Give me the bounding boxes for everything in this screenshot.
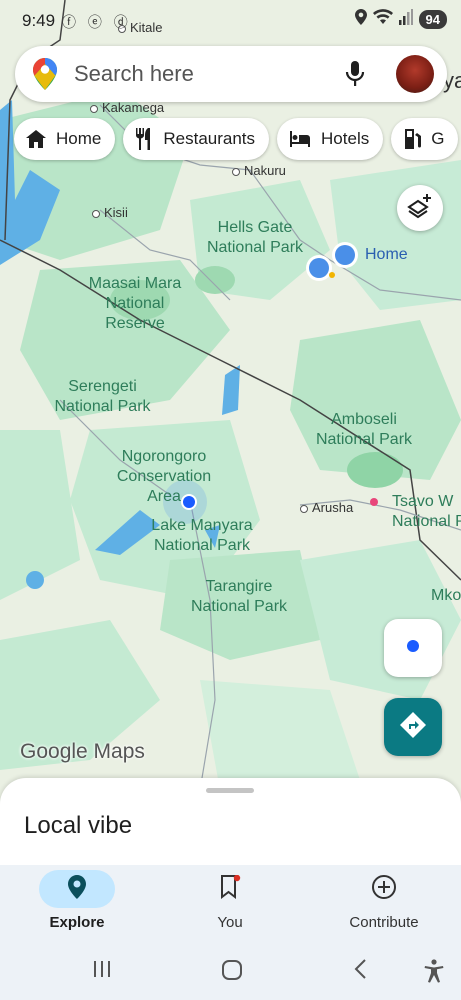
you-pill <box>192 870 268 908</box>
nav-explore-label: Explore <box>49 914 105 931</box>
status-bar: 9:49 ⓕ ⓔ ⓓ 94 <box>0 0 461 42</box>
chip-hotels[interactable]: Hotels <box>277 118 384 160</box>
directions-icon <box>399 711 427 744</box>
wifi-icon <box>372 9 393 30</box>
park-maasai-mara[interactable]: Maasai Mara National Reserve <box>80 274 190 334</box>
bookmark-icon <box>219 874 241 904</box>
nav-you-label: You <box>217 914 243 931</box>
chip-label: Hotels <box>321 129 370 148</box>
park-tarangire[interactable]: Tarangire National Park <box>185 577 293 617</box>
contribute-pill <box>346 870 422 908</box>
nav-explore[interactable]: Explore <box>17 870 137 931</box>
gas-station-icon <box>403 129 422 149</box>
chip-label: Home <box>56 129 102 148</box>
back-icon[interactable] <box>352 959 370 984</box>
saved-home-label[interactable]: Home <box>365 245 408 265</box>
city-kakamega[interactable]: Kakamega <box>90 100 164 115</box>
bottom-sheet[interactable]: Local vibe <box>0 778 461 878</box>
chip-restaurants[interactable]: Restaurants <box>123 118 270 160</box>
place-mko[interactable]: Mko <box>431 586 461 606</box>
battery-indicator: 94 <box>418 10 447 29</box>
google-maps-logo: Google Maps <box>20 740 145 763</box>
search-bar[interactable]: Search here <box>15 46 447 102</box>
google-maps-pin-icon <box>33 58 57 95</box>
sheet-drag-handle[interactable] <box>206 788 254 793</box>
hotel-icon <box>289 131 311 147</box>
home-icon <box>26 130 46 148</box>
notification-icons: ⓕ ⓔ ⓓ <box>62 14 132 30</box>
city-arusha[interactable]: Arusha <box>300 500 353 515</box>
sheet-title: Local vibe <box>24 812 133 839</box>
park-ngorongoro[interactable]: Ngorongoro Conservation Area <box>110 447 218 507</box>
explore-pill <box>39 870 115 908</box>
park-lake-manyara[interactable]: Lake Manyara National Park <box>147 516 257 556</box>
layers-icon <box>407 193 433 224</box>
city-kisii[interactable]: Kisii <box>92 205 128 220</box>
nav-contribute[interactable]: Contribute <box>324 870 444 931</box>
bottom-navigation: Explore You Contribute <box>0 865 461 945</box>
chip-label: Restaurants <box>163 129 256 148</box>
directions-button[interactable] <box>384 698 442 756</box>
category-chips: Home Restaurants Hotels G <box>14 118 459 160</box>
chip-label: G <box>431 129 445 148</box>
add-circle-icon <box>371 874 397 905</box>
signal-icon <box>398 9 413 30</box>
park-amboseli[interactable]: Amboseli National Park <box>308 410 420 450</box>
status-time: 9:49 <box>22 11 56 30</box>
chip-gas[interactable]: G <box>391 118 459 160</box>
recent-apps-icon[interactable] <box>92 959 112 984</box>
nav-you[interactable]: You <box>170 870 290 931</box>
nav-contribute-label: Contribute <box>349 914 419 931</box>
accessibility-icon[interactable] <box>423 959 445 988</box>
explore-pin-icon <box>68 874 86 904</box>
park-serengeti[interactable]: Serengeti National Park <box>45 377 160 417</box>
location-dot-icon <box>406 639 420 658</box>
chip-home[interactable]: Home <box>14 118 116 160</box>
home-nav-icon[interactable] <box>221 959 243 986</box>
layers-button[interactable] <box>397 185 443 231</box>
location-status-icon <box>354 9 367 30</box>
system-navigation-bar <box>0 945 461 1000</box>
microphone-icon[interactable] <box>345 61 365 92</box>
my-location-button[interactable] <box>384 619 442 677</box>
park-tsavo[interactable]: Tsavo W National P <box>392 492 461 532</box>
search-input[interactable]: Search here <box>74 61 194 87</box>
profile-avatar[interactable] <box>396 55 434 93</box>
park-hells-gate[interactable]: Hells Gate National Park <box>205 218 305 258</box>
city-nakuru[interactable]: Nakuru <box>232 163 286 178</box>
restaurant-icon <box>135 128 153 150</box>
